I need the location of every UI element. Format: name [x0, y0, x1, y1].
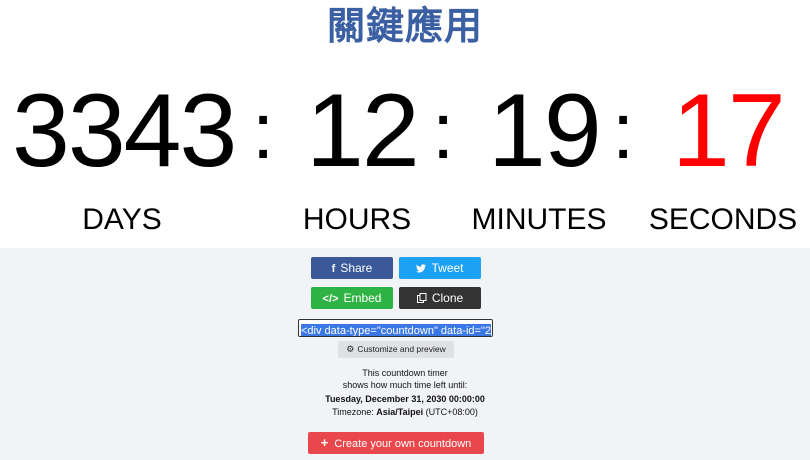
days-label: DAYS	[82, 203, 162, 236]
target-date: Tuesday, December 31, 2030 00:00:00	[325, 394, 485, 404]
separator: :	[612, 86, 635, 175]
code-icon: </>	[322, 293, 339, 305]
twitter-icon	[416, 258, 427, 280]
countdown-labels: DAYS HOURS MINUTES SECONDS	[0, 200, 810, 240]
copy-icon	[416, 288, 427, 310]
clone-label: Clone	[431, 291, 464, 305]
info-line-1: This countdown timer	[362, 368, 448, 378]
gears-icon: ⚙	[346, 344, 355, 354]
seconds-value: 17	[672, 73, 786, 189]
create-label: Create your own countdown	[334, 438, 472, 450]
embed-button[interactable]: </> Embed	[311, 287, 393, 309]
timezone-line: Timezone: Asia/Taipei (UTC+08:00)	[0, 407, 810, 417]
countdown-page: 關鍵應用 3343 : 12 : 19 : 17 DAYS HOURS MINU…	[0, 0, 810, 460]
tweet-label: Tweet	[431, 261, 464, 275]
hours-value: 12	[306, 73, 420, 189]
timezone-name: Asia/Taipei	[376, 407, 424, 417]
share-button[interactable]: f Share	[311, 257, 393, 279]
embed-code-input[interactable]: <div data-type="countdown" data-id="2	[298, 319, 493, 337]
timezone-prefix: Timezone:	[332, 407, 374, 417]
minutes-value: 19	[488, 73, 602, 189]
seconds-label: SECONDS	[648, 203, 798, 236]
embed-label: Embed	[343, 291, 382, 305]
separator: :	[432, 86, 455, 175]
minutes-label: MINUTES	[471, 203, 607, 236]
days-value: 3343	[12, 73, 237, 189]
share-label: Share	[340, 261, 373, 275]
hours-label: HOURS	[302, 203, 412, 236]
plus-icon: +	[320, 435, 329, 450]
info-line-2: shows how much time left until:	[342, 380, 468, 390]
embed-code-selected: <div data-type="countdown" data-id="2	[301, 324, 491, 337]
timezone-offset: (UTC+08:00)	[425, 407, 478, 417]
create-countdown-button[interactable]: + Create your own countdown	[308, 432, 484, 454]
page-title: 關鍵應用	[326, 4, 483, 48]
countdown-digits: 3343 : 12 : 19 : 17	[0, 76, 810, 186]
customize-label: Customize and preview	[357, 344, 446, 354]
tweet-button[interactable]: Tweet	[399, 257, 481, 279]
customize-button[interactable]: ⚙ Customize and preview	[338, 341, 454, 358]
facebook-icon: f	[331, 263, 336, 275]
separator: :	[252, 86, 275, 175]
action-panel: f Share Tweet </> Embed Clone <div data-ty…	[0, 248, 810, 460]
clone-button[interactable]: Clone	[399, 287, 481, 309]
